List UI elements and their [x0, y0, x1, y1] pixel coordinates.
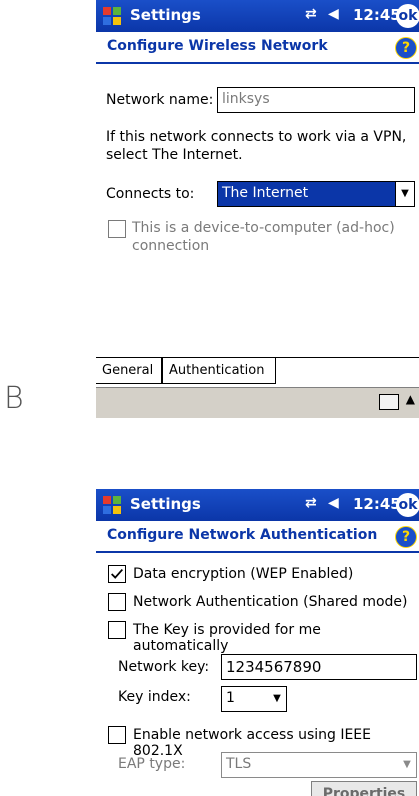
title-bar: Settings ⇄ ◀ 12:45 ok: [96, 489, 419, 521]
connectivity-icon[interactable]: ⇄: [305, 495, 317, 511]
tab-strip: General Authentication: [96, 357, 419, 386]
key-index-label: Key index:: [118, 689, 191, 705]
tab-authentication[interactable]: Authentication: [162, 358, 276, 384]
ok-button[interactable]: ok: [396, 4, 419, 28]
title-bar: Settings ⇄ ◀ 12:45 ok: [96, 0, 419, 32]
eap-type-value: TLS: [226, 756, 252, 772]
windows-start-icon[interactable]: [100, 4, 124, 28]
tab-general[interactable]: General: [96, 358, 162, 384]
key-auto-label: The Key is provided for me automatically: [133, 622, 321, 654]
volume-icon[interactable]: ◀: [328, 495, 339, 511]
network-key-label: Network key:: [118, 659, 210, 675]
page-heading: Configure Wireless Network ?: [96, 32, 419, 64]
page-title: Configure Network Authentication: [107, 527, 378, 543]
connects-to-value: The Internet: [222, 185, 309, 201]
page-title: Configure Wireless Network: [107, 38, 328, 54]
vpn-info-text: If this network connects to work via a V…: [106, 129, 407, 163]
adhoc-checkbox[interactable]: [108, 220, 126, 238]
network-key-field[interactable]: 1234567890: [221, 654, 417, 680]
checkmark-icon: [111, 568, 123, 579]
connects-to-label: Connects to:: [106, 186, 195, 202]
app-title: Settings: [130, 6, 201, 24]
network-authentication-panel: Settings ⇄ ◀ 12:45 ok Configure Network …: [96, 489, 419, 796]
network-name-label: Network name:: [106, 92, 214, 108]
volume-icon[interactable]: ◀: [328, 6, 339, 22]
help-icon[interactable]: ?: [395, 37, 417, 59]
clock[interactable]: 12:45: [353, 6, 401, 24]
key-auto-checkbox[interactable]: [108, 621, 126, 639]
input-panel-arrow-icon[interactable]: ▲: [406, 392, 415, 406]
key-index-dropdown[interactable]: 1 ▼: [221, 686, 287, 712]
properties-button[interactable]: Properties: [311, 781, 417, 796]
ieee-checkbox[interactable]: [108, 726, 126, 744]
data-encryption-label: Data encryption (WEP Enabled): [133, 566, 354, 582]
figure-label: B: [4, 381, 24, 416]
connects-to-dropdown[interactable]: The Internet ▼: [217, 181, 415, 207]
network-name-field[interactable]: linksys: [217, 87, 415, 113]
chevron-down-icon[interactable]: ▼: [268, 687, 286, 711]
network-auth-label: Network Authentication (Shared mode): [133, 594, 408, 610]
windows-start-icon[interactable]: [100, 493, 124, 517]
clock[interactable]: 12:45: [353, 495, 401, 513]
network-auth-checkbox[interactable]: [108, 593, 126, 611]
page-heading: Configure Network Authentication ?: [96, 521, 419, 553]
help-icon[interactable]: ?: [395, 526, 417, 548]
app-title: Settings: [130, 495, 201, 513]
adhoc-label: This is a device-to-computer (ad-hoc) co…: [132, 220, 395, 254]
data-encryption-checkbox[interactable]: [108, 565, 126, 583]
eap-type-dropdown[interactable]: TLS ▼: [221, 752, 417, 778]
keyboard-icon[interactable]: [379, 394, 399, 410]
eap-type-label: EAP type:: [118, 756, 186, 772]
chevron-down-icon[interactable]: ▼: [395, 182, 414, 206]
key-index-value: 1: [226, 690, 235, 706]
chevron-down-icon[interactable]: ▼: [398, 753, 416, 777]
menu-bar: ▲: [96, 387, 419, 418]
connectivity-icon[interactable]: ⇄: [305, 6, 317, 22]
wireless-network-panel: Settings ⇄ ◀ 12:45 ok Configure Wireless…: [96, 0, 419, 420]
ok-button[interactable]: ok: [396, 493, 419, 517]
